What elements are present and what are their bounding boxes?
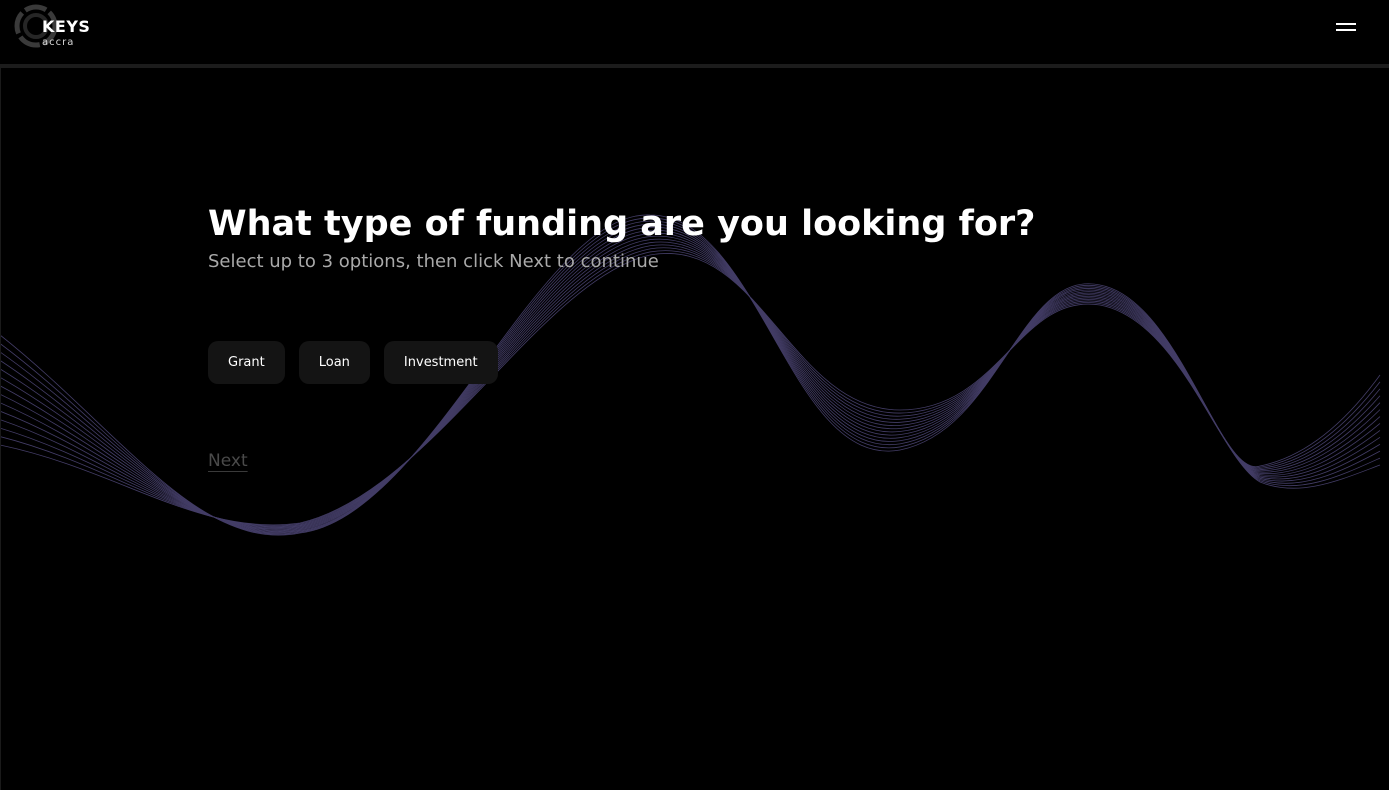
- logo-wordmark: KEYS: [42, 17, 91, 36]
- wave-line: [0, 236, 1381, 530]
- page: KEYS accra What type of funding are you …: [0, 0, 1389, 790]
- funding-question: What type of funding are you looking for…: [208, 200, 1036, 471]
- background-wave-lines: [0, 214, 1381, 536]
- logo-city: accra: [42, 37, 75, 48]
- menu-line: [1336, 23, 1356, 25]
- funding-options: Grant Loan Investment: [208, 341, 498, 384]
- option-grant-button[interactable]: Grant: [208, 341, 285, 384]
- left-divider: [0, 68, 1, 790]
- next-button[interactable]: Next: [208, 450, 248, 472]
- option-loan-button[interactable]: Loan: [298, 341, 370, 384]
- wave-line: [0, 238, 1381, 530]
- top-navigation-bar: KEYS accra: [0, 0, 1389, 68]
- menu-line: [1336, 29, 1356, 31]
- wave-line: [0, 247, 1381, 527]
- wave-line: [0, 229, 1381, 532]
- keys-accra-logo[interactable]: KEYS accra: [14, 4, 114, 50]
- wave-line: [0, 233, 1381, 531]
- wave-line: [0, 250, 1381, 527]
- wave-line: [0, 241, 1381, 529]
- wave-line: [0, 253, 1381, 526]
- question-subtitle: Select up to 3 options, then click Next …: [208, 251, 659, 272]
- question-title: What type of funding are you looking for…: [208, 204, 1036, 244]
- wave-line: [0, 244, 1381, 528]
- option-investment-button[interactable]: Investment: [383, 341, 498, 384]
- hamburger-menu-icon[interactable]: [1331, 18, 1361, 38]
